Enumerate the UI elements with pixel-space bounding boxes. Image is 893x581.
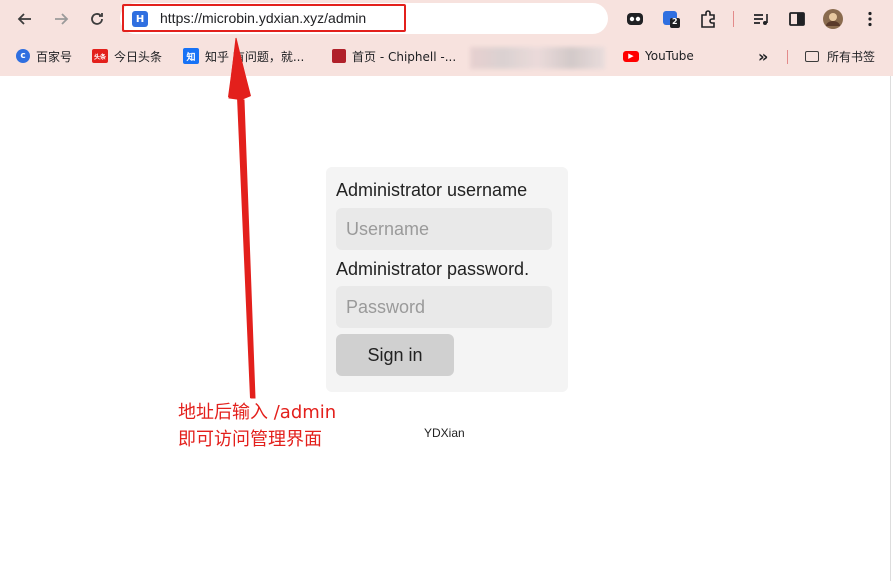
- admin-login-form: Administrator username Administrator pas…: [326, 167, 568, 392]
- password-label: Administrator password.: [336, 259, 530, 279]
- bookmarks-overflow-button[interactable]: »: [758, 47, 768, 66]
- bookmark-zhihu[interactable]: 知 知乎 有问题，就...: [183, 48, 304, 64]
- youtube-icon: ▶: [623, 50, 639, 62]
- extension-badge-count: 2: [672, 17, 678, 26]
- bookmarks-bar: c 百家号 头条 今日头条 知 知乎 有问题，就... 首页 - Chiphel…: [0, 40, 893, 72]
- reload-icon[interactable]: [86, 8, 108, 30]
- bookmark-label: 百家号: [36, 49, 73, 64]
- bookmark-youtube[interactable]: ▶ YouTube: [623, 48, 694, 64]
- bookmarks-divider: [787, 50, 788, 64]
- toolbar-divider: [733, 11, 734, 27]
- browser-chrome: H https://microbin.ydxian.xyz/admin 2 c …: [0, 0, 893, 76]
- bookmark-label: YouTube: [645, 49, 694, 63]
- baijiahao-icon: c: [16, 49, 30, 63]
- bookmark-toutiao[interactable]: 头条 今日头条: [92, 48, 162, 64]
- url-highlight-box: [122, 4, 406, 32]
- username-input[interactable]: [336, 208, 552, 250]
- chiphell-icon: [332, 49, 346, 63]
- folder-icon: [805, 50, 819, 62]
- zhihu-icon: 知: [183, 48, 199, 64]
- toutiao-icon: 头条: [92, 49, 108, 63]
- side-panel-icon[interactable]: [788, 10, 806, 28]
- forward-arrow-icon[interactable]: [50, 8, 72, 30]
- back-arrow-icon[interactable]: [14, 8, 36, 30]
- password-input[interactable]: [336, 286, 552, 328]
- all-bookmarks-folder[interactable]: 所有书签: [805, 48, 875, 64]
- browser-toolbar: H https://microbin.ydxian.xyz/admin 2: [0, 0, 893, 38]
- bookmark-label: 知乎 有问题，就...: [205, 49, 305, 64]
- sign-in-button[interactable]: Sign in: [336, 334, 454, 376]
- all-bookmarks-label: 所有书签: [827, 49, 876, 64]
- annotation-note: 地址后输入 /admin 即可访问管理界面: [178, 399, 336, 453]
- puzzle-extensions-icon[interactable]: [699, 10, 717, 28]
- bookmark-label: 今日头条: [114, 49, 163, 64]
- annotation-line-1: 地址后输入 /admin: [178, 402, 337, 423]
- extension-mask-icon[interactable]: [626, 10, 644, 28]
- more-menu-icon[interactable]: [861, 10, 879, 28]
- profile-avatar-icon[interactable]: [823, 9, 843, 29]
- bookmark-baijiahao[interactable]: c 百家号: [16, 48, 72, 64]
- extension-badge-icon[interactable]: 2: [662, 10, 680, 28]
- media-playlist-icon[interactable]: [752, 10, 770, 28]
- annotation-line-2: 即可访问管理界面: [178, 429, 322, 450]
- bookmark-label: 首页 - Chiphell -...: [352, 49, 457, 64]
- bookmark-chiphell[interactable]: 首页 - Chiphell -...: [332, 48, 456, 64]
- footer-text: YDXian: [424, 426, 465, 440]
- blurred-bookmark: [470, 47, 605, 69]
- username-label: Administrator username: [336, 180, 528, 200]
- page-scrollbar-edge: [890, 76, 891, 581]
